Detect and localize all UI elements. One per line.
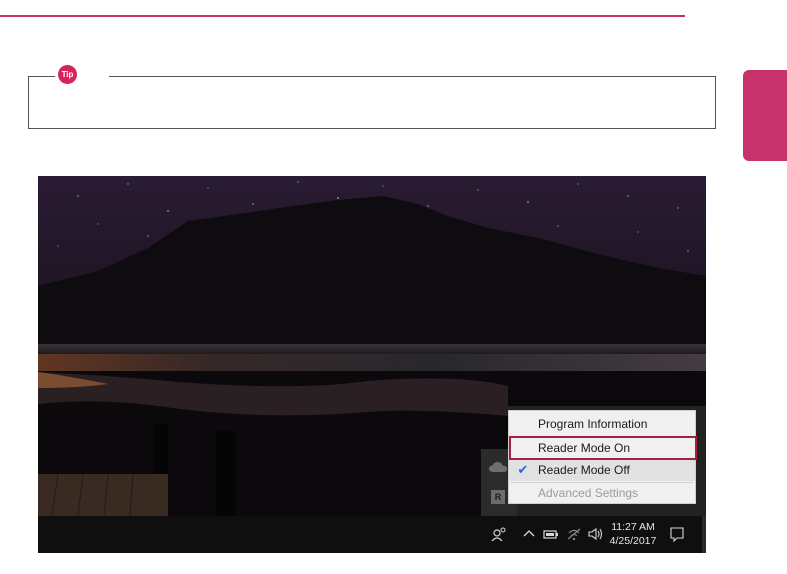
desktop-screenshot: R Program Information Reader Mode On ✔ R… (38, 176, 706, 553)
action-center-icon[interactable] (669, 525, 685, 543)
people-icon[interactable] (490, 525, 508, 543)
tip-icon: Tip (58, 65, 77, 84)
tip-badge: Tip (55, 65, 109, 85)
chapter-side-tab (743, 70, 787, 161)
chevron-up-icon[interactable] (522, 525, 536, 543)
tip-box (28, 76, 716, 129)
menu-item-advanced-settings: Advanced Settings (509, 482, 695, 504)
cloud-icon[interactable] (488, 460, 508, 474)
taskbar-clock[interactable]: 11:27 AM 4/25/2017 (608, 520, 658, 548)
check-icon: ✔ (517, 462, 529, 477)
header-rule (0, 15, 685, 17)
menu-item-label: Reader Mode Off (538, 463, 630, 477)
reader-mode-on-highlight (509, 436, 697, 460)
menu-item-label: Program Information (538, 417, 648, 431)
menu-item-program-information[interactable]: Program Information (509, 413, 695, 435)
volume-icon[interactable] (587, 525, 605, 543)
menu-item-reader-mode-off[interactable]: ✔ Reader Mode Off (509, 459, 695, 481)
clock-date: 4/25/2017 (609, 535, 657, 547)
taskbar: 11:27 AM 4/25/2017 (38, 516, 706, 553)
clock-time: 11:27 AM (611, 521, 655, 533)
reader-mode-tray-icon[interactable]: R (491, 490, 505, 504)
battery-icon[interactable] (543, 526, 559, 542)
menu-item-label: Advanced Settings (538, 486, 639, 500)
wifi-icon[interactable] (566, 525, 582, 543)
show-desktop-button[interactable] (702, 516, 706, 553)
